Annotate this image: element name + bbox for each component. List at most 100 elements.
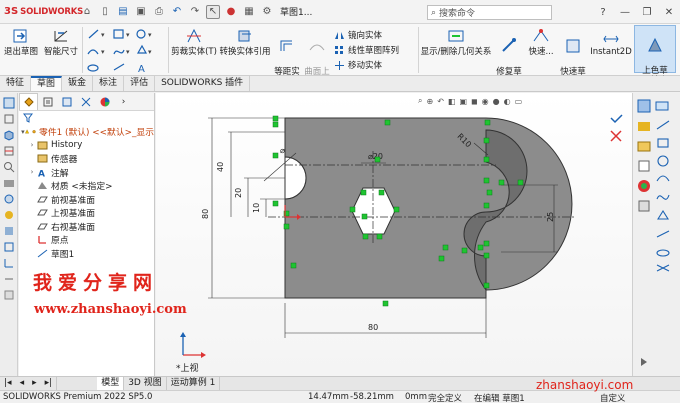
appearances-icon[interactable] — [637, 179, 651, 193]
rollback-icon[interactable] — [3, 273, 15, 285]
tab-model[interactable]: 模型 — [97, 377, 125, 390]
dim-40-vertical[interactable]: 40 — [216, 162, 225, 172]
smart-dimension-button[interactable]: 智能尺寸 — [42, 27, 80, 57]
instant2d-button[interactable]: Instant2D — [590, 27, 632, 57]
rebuild-icon[interactable]: ● — [224, 5, 238, 19]
tab-sketch[interactable]: 草图 — [31, 76, 63, 91]
expand-icon[interactable]: › — [27, 141, 37, 149]
dim-10-vertical[interactable]: 10 — [252, 203, 261, 213]
tree-item-history[interactable]: › History — [19, 139, 154, 153]
part-profile[interactable] — [284, 117, 573, 299]
tree-item-top-plane[interactable]: 上视基准面 — [19, 206, 154, 220]
custom-properties-icon[interactable] — [637, 199, 651, 213]
restore-button[interactable]: ❐ — [636, 7, 658, 18]
linear-pattern-button[interactable]: 线性草图阵列 — [334, 44, 399, 56]
confirmation-corner[interactable] — [608, 113, 626, 143]
dim-80-vertical[interactable]: 80 — [201, 209, 210, 219]
status-custom[interactable]: 自定义 — [600, 392, 626, 403]
file-properties-icon[interactable]: ▦ — [242, 5, 256, 19]
cancel-icon — [610, 130, 622, 142]
display-pane-icon[interactable] — [3, 289, 15, 301]
sw-resources-icon[interactable] — [637, 99, 651, 113]
convert-entities-button[interactable]: 转换实体引用 — [218, 27, 272, 57]
tree-item-right-plane[interactable]: 右视基准面 — [19, 220, 154, 234]
display-manager-tab[interactable] — [95, 93, 114, 110]
close-button[interactable]: ✕ — [658, 7, 680, 18]
tree-item-sketch1[interactable]: 草图1 — [19, 247, 154, 261]
sketch-tools-icon[interactable]: A ▾ ▾ ▾ ▾ ▾ ▾ — [86, 28, 166, 74]
tab-nav-first[interactable]: |◂ — [0, 377, 16, 390]
tree-item-annotations[interactable]: › A 注解 — [19, 166, 154, 180]
property-manager-tab[interactable] — [38, 93, 57, 110]
sketch-drawing[interactable]: 80 40 20 10 80 25 ⌀20 ⌀ R10 *上视 — [156, 93, 632, 376]
pan-icon[interactable] — [3, 97, 15, 109]
options-gear-icon[interactable]: ⚙ — [260, 5, 274, 19]
tab-nav-prev[interactable]: ◂ — [16, 377, 29, 390]
minimize-button[interactable]: — — [614, 7, 636, 18]
scene-icon[interactable] — [3, 225, 15, 237]
dim-25-vertical[interactable]: 25 — [546, 212, 555, 222]
tab-nav-last[interactable]: ▸| — [41, 377, 58, 390]
cube-view-icon[interactable] — [3, 129, 15, 141]
tree-item-origin[interactable]: 原点 — [19, 233, 154, 247]
tab-addins[interactable]: SOLIDWORKS 插件 — [155, 76, 251, 91]
dim-20-vertical[interactable]: 20 — [234, 188, 243, 198]
display-style-icon[interactable] — [3, 177, 15, 189]
hide-show-icon[interactable] — [3, 193, 15, 205]
tree-root-part[interactable]: ▾ 零件1 (默认) <<默认>_显示 — [19, 125, 154, 139]
view-settings-icon[interactable] — [3, 241, 15, 253]
new-document-icon[interactable]: ▯ — [98, 5, 112, 19]
expand-icon[interactable]: › — [27, 168, 37, 176]
sketch-shortcut-icons[interactable] — [655, 119, 673, 289]
display-delete-relations-button[interactable]: 显示/删除几何关系 — [420, 27, 492, 57]
feature-manager-tab[interactable] — [19, 93, 38, 110]
home-icon[interactable]: ⌂ — [80, 5, 94, 19]
tab-nav-next[interactable]: ▸ — [28, 377, 41, 390]
svg-text:▾: ▾ — [126, 48, 130, 56]
shaded-sketch-contours-button[interactable]: 上色草 图轮廓 — [634, 25, 676, 86]
tab-motion-study[interactable]: 运动算例 1 — [167, 377, 221, 390]
triad-icon[interactable] — [3, 257, 15, 269]
tab-features[interactable]: 特征 — [0, 76, 32, 91]
tree-item-sensors[interactable]: 传感器 — [19, 152, 154, 166]
tab-evaluate[interactable]: 评估 — [124, 76, 156, 91]
tp-view-icon[interactable] — [655, 99, 669, 113]
shaded-contours-icon — [648, 37, 662, 52]
graphics-area[interactable]: ⌕ ⊕ ↶ ◧ ▣ ◼ ◉ ● ◐ ▭ 80 40 20 10 80 25 ⌀2… — [156, 93, 632, 376]
design-library-icon[interactable] — [637, 119, 651, 133]
trim-entities-button[interactable]: 剪裁实体(T) — [170, 27, 218, 57]
view-orient-icon[interactable] — [3, 113, 15, 125]
more-tabs-chevron[interactable]: › — [114, 93, 133, 110]
solidworks-logo[interactable]: 3S SOLIDWORKS — [0, 6, 83, 17]
dim-notch-diameter[interactable]: ⌀ — [280, 146, 285, 155]
feature-filter[interactable] — [19, 111, 154, 125]
file-explorer-icon[interactable] — [637, 139, 651, 153]
exit-sketch-button[interactable]: 退出草图 — [2, 27, 40, 57]
dim-80-horizontal[interactable]: 80 — [368, 323, 378, 332]
help-icon[interactable]: ? — [592, 7, 614, 18]
quick-snaps-button[interactable]: 快速... — [526, 27, 556, 57]
dimxpert-tab[interactable] — [76, 93, 95, 110]
view-palette-icon[interactable] — [637, 159, 651, 173]
section-view-icon[interactable] — [3, 145, 15, 157]
open-folder-icon[interactable]: ▤ — [116, 5, 130, 19]
search-command-box[interactable]: ⌕ 搜索命令 — [427, 5, 552, 20]
save-icon[interactable]: ▣ — [134, 5, 148, 19]
select-arrow-icon[interactable]: ↖ — [206, 4, 220, 19]
redo-icon[interactable]: ↷ — [188, 5, 202, 19]
tab-3d-views[interactable]: 3D 视图 — [124, 377, 167, 390]
trim-icon — [187, 28, 201, 43]
tp-expand-icon[interactable] — [637, 355, 651, 369]
configuration-manager-tab[interactable] — [57, 93, 76, 110]
mirror-entities-button[interactable]: 镜向实体 — [334, 29, 382, 41]
tree-item-material[interactable]: 材质 <未指定> — [19, 179, 154, 193]
tab-sheet-metal[interactable]: 钣金 — [62, 76, 94, 91]
command-tabs: 特征 草图 钣金 标注 评估 SOLIDWORKS 插件 — [0, 76, 680, 92]
zoom-fit-icon[interactable] — [3, 161, 15, 173]
tab-markup[interactable]: 标注 — [93, 76, 125, 91]
appearance-icon[interactable] — [3, 209, 15, 221]
undo-icon[interactable]: ↶ — [170, 5, 184, 19]
move-entities-button[interactable]: 移动实体 — [334, 59, 382, 71]
print-icon[interactable]: ⎙ — [152, 5, 166, 19]
tree-item-front-plane[interactable]: 前视基准面 — [19, 193, 154, 207]
